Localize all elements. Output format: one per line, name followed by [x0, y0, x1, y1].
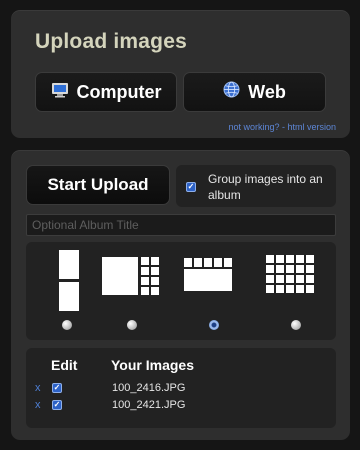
- remove-image-button[interactable]: x: [35, 382, 41, 394]
- layout-option-small-grid[interactable]: [254, 242, 324, 340]
- group-album-checkbox[interactable]: ✓: [186, 182, 196, 192]
- layout-option-large-plus-grid[interactable]: [96, 242, 166, 340]
- layout-radio-large-plus-grid[interactable]: [127, 320, 137, 330]
- image-checkbox[interactable]: ✓: [52, 383, 62, 393]
- upload-source-panel: Upload images Computer Web not working? …: [11, 10, 350, 138]
- image-list: Edit Your Images x ✓ 100_2416.JPG x ✓ 10…: [26, 348, 336, 428]
- small-grid-layout-icon: [266, 255, 314, 293]
- album-title-input[interactable]: [26, 214, 336, 236]
- web-source-button[interactable]: Web: [183, 72, 326, 112]
- image-checkbox[interactable]: ✓: [52, 400, 62, 410]
- large-plus-grid-layout-icon: [102, 257, 159, 295]
- layout-radio-single-column[interactable]: [62, 320, 72, 330]
- group-album-label: Group images into an album: [208, 172, 323, 202]
- monitor-icon: [51, 82, 69, 103]
- computer-source-button[interactable]: Computer: [35, 72, 177, 112]
- list-item: x ✓ 100_2416.JPG: [26, 381, 336, 397]
- page-title: Upload images: [35, 30, 187, 53]
- edit-column-header: Edit: [51, 357, 78, 373]
- images-column-header: Your Images: [111, 357, 194, 373]
- layout-option-single-column[interactable]: [26, 242, 96, 340]
- upload-options-panel: Start Upload ✓ Group images into an albu…: [11, 150, 350, 440]
- image-filename: 100_2421.JPG: [112, 399, 186, 411]
- list-item: x ✓ 100_2421.JPG: [26, 398, 336, 414]
- group-album-option[interactable]: ✓ Group images into an album: [176, 165, 336, 207]
- computer-source-label: Computer: [76, 81, 162, 102]
- layout-option-wide-strip[interactable]: [171, 242, 241, 340]
- layout-radio-small-grid[interactable]: [291, 320, 301, 330]
- start-upload-button[interactable]: Start Upload: [26, 165, 170, 205]
- image-filename: 100_2416.JPG: [112, 382, 186, 394]
- web-source-label: Web: [248, 81, 286, 102]
- layout-selector: [26, 242, 336, 340]
- single-column-layout-icon: [59, 250, 79, 311]
- html-version-link[interactable]: not working? - html version: [228, 122, 336, 132]
- remove-image-button[interactable]: x: [35, 399, 41, 411]
- wide-strip-layout-icon: [184, 258, 232, 291]
- layout-radio-wide-strip[interactable]: [209, 320, 219, 330]
- globe-icon: [223, 81, 240, 103]
